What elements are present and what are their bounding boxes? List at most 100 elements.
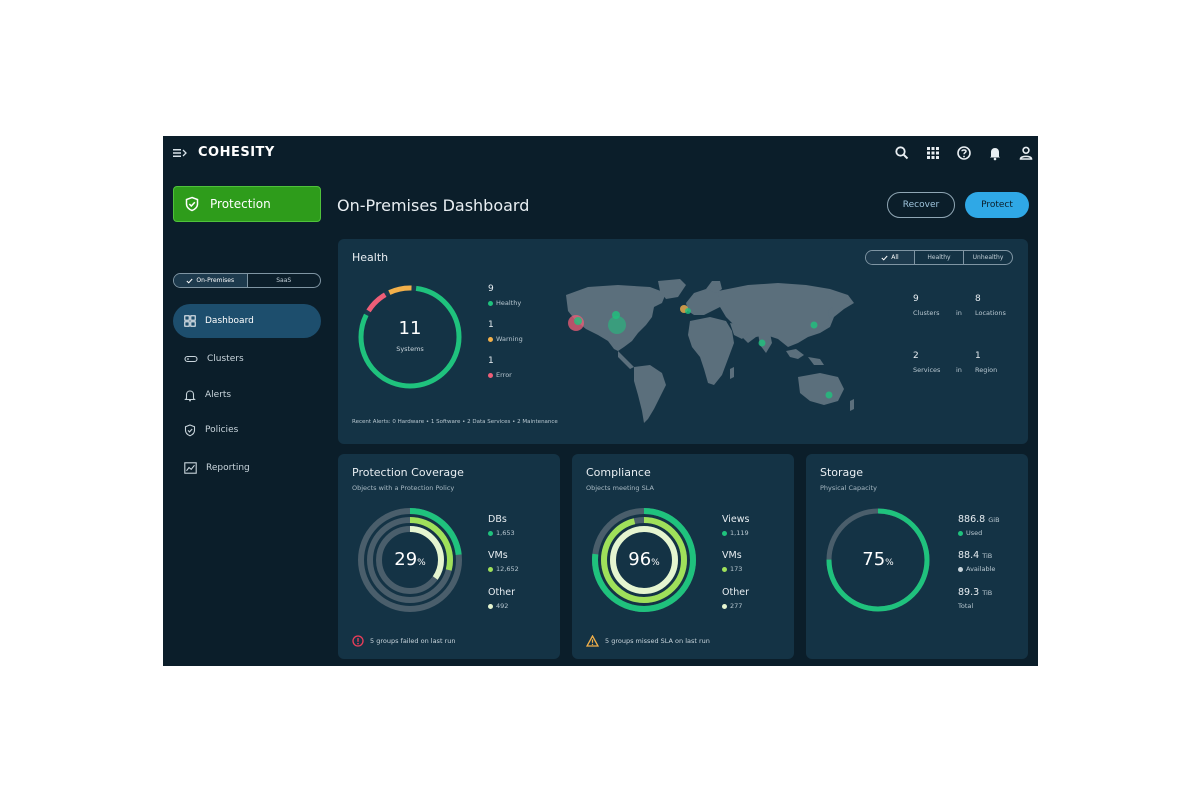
- stat-in-label: in: [956, 309, 962, 317]
- error-label: Error: [496, 371, 512, 379]
- sidebar-item-reporting[interactable]: Reporting: [173, 451, 321, 485]
- top-bar: COHESITY: [163, 136, 1038, 172]
- user-profile-icon[interactable]: [1018, 145, 1034, 161]
- warning-dot: [488, 336, 493, 342]
- cluster-marker[interactable]: [810, 321, 818, 329]
- protection-coverage-card: Protection Coverage Objects with a Prote…: [338, 454, 560, 659]
- available-label: Available: [966, 565, 996, 573]
- search-icon[interactable]: [894, 145, 910, 161]
- sidebar-item-label: Alerts: [205, 390, 232, 400]
- health-card: Health All Healthy Unhealthy 11 Systems …: [338, 239, 1028, 444]
- sidebar-item-dashboard[interactable]: Dashboard: [173, 304, 321, 338]
- used-dot: [958, 530, 963, 536]
- sidebar-item-alerts[interactable]: Alerts: [173, 378, 321, 412]
- other-value-text: 277: [730, 602, 743, 610]
- views-dot: [722, 530, 727, 536]
- region-count: 1: [975, 351, 981, 361]
- vms-title: VMs: [722, 550, 742, 561]
- views-value-text: 1,119: [730, 529, 749, 537]
- error-circle-icon: [352, 635, 364, 647]
- vms-title: VMs: [488, 550, 508, 561]
- stat-in-label: in: [956, 366, 962, 374]
- menu-icon[interactable]: [173, 148, 187, 158]
- used-label: Used: [966, 529, 983, 537]
- total-title: 89.3 TiB: [958, 587, 992, 598]
- sidebar-item-policies[interactable]: Policies: [173, 413, 321, 447]
- used-value: Used: [958, 529, 982, 537]
- percent-sign: %: [651, 558, 660, 568]
- dbs-dot: [488, 530, 493, 536]
- vms-dot: [488, 566, 493, 572]
- cluster-marker[interactable]: [685, 308, 691, 314]
- other-value: 492: [488, 602, 508, 610]
- shield-check-icon: [185, 196, 199, 212]
- env-toggle-saas[interactable]: SaaS: [246, 274, 321, 287]
- healthy-dot: [488, 300, 493, 306]
- other-dot: [722, 603, 727, 609]
- vms-value: 12,652: [488, 565, 519, 573]
- sidebar-item-clusters[interactable]: Clusters: [173, 342, 321, 376]
- available-amount: 88.4: [958, 550, 980, 561]
- apps-grid-icon[interactable]: [925, 145, 941, 161]
- health-filter-healthy[interactable]: Healthy: [914, 251, 963, 264]
- available-value: Available: [958, 565, 995, 573]
- cohesity-logo: COHESITY: [198, 145, 275, 160]
- warning-label: Warning: [496, 335, 523, 343]
- page-title: On-Premises Dashboard: [337, 196, 530, 215]
- storage-subtitle: Physical Capacity: [820, 484, 877, 492]
- total-label: Total: [958, 602, 974, 610]
- views-value: 1,119: [722, 529, 749, 537]
- health-filter-label: Healthy: [927, 254, 951, 261]
- recent-alerts[interactable]: Recent Alerts: 0 Hardware • 1 Software •…: [352, 419, 558, 425]
- region-label: Region: [975, 366, 998, 374]
- cluster-marker[interactable]: [758, 339, 766, 347]
- clusters-count: 9: [913, 294, 919, 304]
- services-count: 2: [913, 351, 919, 361]
- env-toggle-label: On-Premises: [196, 277, 235, 284]
- vms-value: 173: [722, 565, 742, 573]
- cluster-marker[interactable]: [574, 317, 582, 325]
- env-toggle-on-premises[interactable]: On-Premises: [174, 274, 247, 287]
- other-title: Other: [722, 587, 749, 598]
- compliance-footer[interactable]: 5 groups missed SLA on last run: [586, 635, 710, 647]
- views-title: Views: [722, 514, 750, 525]
- healthy-label: Healthy: [496, 299, 522, 307]
- health-filter-unhealthy[interactable]: Unhealthy: [963, 251, 1012, 264]
- compliance-footer-text: 5 groups missed SLA on last run: [605, 637, 710, 645]
- healthy-legend: Healthy: [488, 299, 521, 307]
- sidebar-item-label: Clusters: [207, 354, 244, 364]
- percent-sign: %: [417, 558, 426, 568]
- sidebar: Protection On-Premises SaaS Dashboard Cl…: [163, 172, 333, 666]
- warning-legend: Warning: [488, 335, 523, 343]
- total-amount: 89.3: [958, 587, 980, 598]
- used-unit: GiB: [988, 516, 1000, 524]
- error-legend: Error: [488, 371, 512, 379]
- chart-icon: [184, 462, 197, 474]
- env-toggle-label: SaaS: [276, 277, 292, 284]
- other-dot: [488, 603, 493, 609]
- error-count: 1: [488, 356, 494, 366]
- total-unit: TiB: [982, 589, 993, 597]
- sidebar-item-label: Reporting: [206, 463, 250, 473]
- clusters-icon: [184, 355, 198, 363]
- health-filter-all[interactable]: All: [866, 251, 914, 264]
- protect-button[interactable]: Protect: [965, 192, 1029, 218]
- cluster-marker[interactable]: [612, 311, 620, 319]
- cluster-marker[interactable]: [825, 391, 833, 399]
- protection-coverage-percent: 29%: [356, 549, 464, 570]
- protection-button[interactable]: Protection: [173, 186, 321, 222]
- other-title: Other: [488, 587, 515, 598]
- systems-count: 11: [398, 318, 422, 339]
- percent-value: 29: [394, 549, 418, 570]
- protection-footer[interactable]: 5 groups failed on last run: [352, 635, 455, 647]
- dbs-value-text: 1,653: [496, 529, 515, 537]
- percent-value: 75: [862, 549, 886, 570]
- recover-button[interactable]: Recover: [887, 192, 955, 218]
- available-dot: [958, 566, 963, 572]
- notifications-bell-icon[interactable]: [987, 145, 1003, 161]
- available-title: 88.4 TiB: [958, 550, 992, 561]
- used-amount: 886.8: [958, 514, 986, 525]
- compliance-percent: 96%: [590, 549, 698, 570]
- shield-icon: [184, 423, 196, 436]
- help-icon[interactable]: [956, 145, 972, 161]
